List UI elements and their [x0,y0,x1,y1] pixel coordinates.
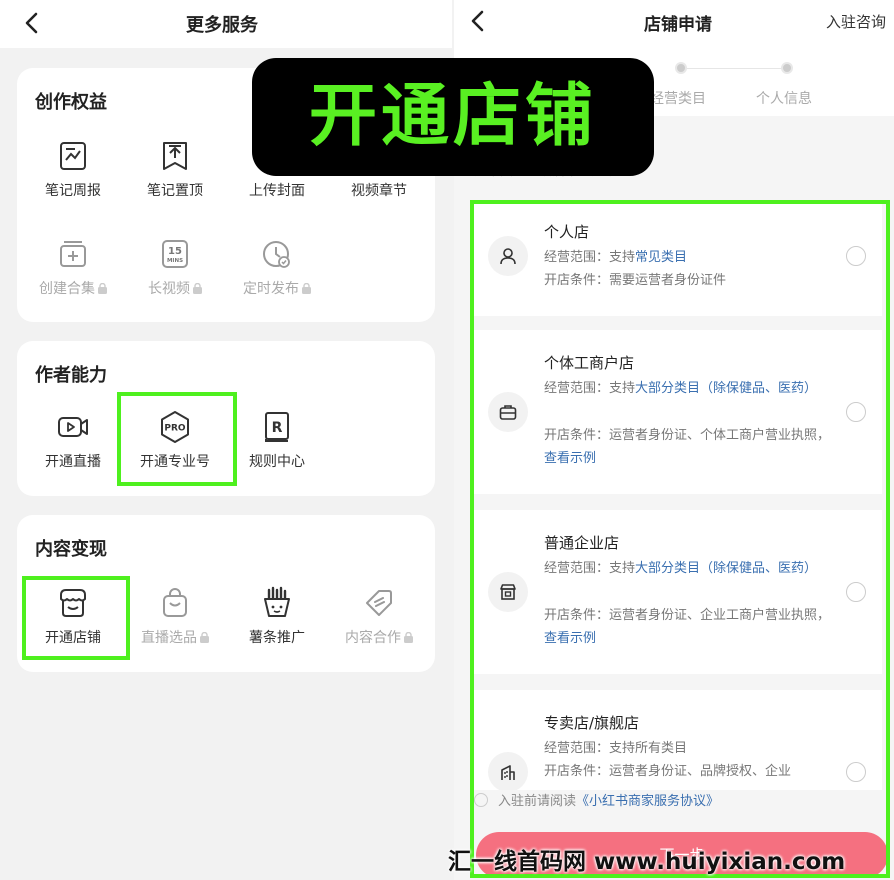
open-store-banner: 开通店铺 [252,58,654,176]
consult-link[interactable]: 入驻咨询 [826,11,886,32]
site-watermark: 汇一线首码网 www.huiyixian.com [448,849,846,875]
rules-center-item[interactable]: R 规则中心 [227,409,327,471]
long-video-badge-number: 15 [168,246,182,257]
rules-icon: R [265,412,289,442]
scheduled-publish-item[interactable]: 定时发布 [227,236,327,298]
item-label: 笔记周报 [45,183,101,199]
long-video-icon: 15MINS [162,240,188,268]
live-camera-icon [58,417,88,437]
collection-icon [60,241,86,267]
pin-note-item[interactable]: 笔记置顶 [125,138,225,200]
back-arrow-icon[interactable] [468,9,488,33]
lock-icon [193,283,202,294]
long-video-badge-unit: MINS [167,258,183,264]
page-title: 更多服务 [186,15,258,36]
fries-icon [264,586,290,617]
open-store-highlight [22,576,130,660]
open-live-item[interactable]: 开通直播 [23,409,123,471]
item-label: 笔记置顶 [147,183,203,199]
page-title: 店铺申请 [644,15,712,35]
item-label: 直播选品 [141,630,197,646]
section-title: 作者能力 [35,365,107,386]
right-top-bar: 店铺申请 入驻咨询 [454,0,894,46]
section-title: 创作权益 [35,92,107,113]
item-label: 薯条推广 [249,630,305,646]
item-label: 规则中心 [249,454,305,470]
create-collection-item[interactable]: 创建合集 [23,236,123,298]
step-label: 经营类目 [650,91,706,107]
item-label: 长视频 [148,281,190,297]
live-selection-item[interactable]: 直播选品 [125,585,225,647]
lock-icon [98,283,107,294]
pro-account-highlight [117,392,237,486]
item-label: 开通直播 [45,454,101,470]
step-label: 个人信息 [756,91,812,107]
item-label: 定时发布 [243,281,299,297]
item-label: 创建合集 [39,281,95,297]
item-label: 上传封面 [249,183,305,199]
item-label: 视频章节 [351,183,407,199]
item-label: 内容合作 [345,630,401,646]
content-cooperation-item[interactable]: 内容合作 [329,585,429,647]
store-types-highlight [470,200,890,878]
step-connector [686,68,786,69]
rules-badge-text: R [272,420,283,436]
clock-icon [263,241,290,268]
section-title: 内容变现 [35,539,107,560]
step-dot [781,62,793,74]
long-video-item[interactable]: 15 MINS 长视频 [125,236,225,298]
lock-icon [404,632,413,643]
lock-icon [302,283,311,294]
tag-icon [366,590,392,616]
weekly-report-item[interactable]: 笔记周报 [23,138,123,200]
left-top-bar: 更多服务 [0,0,452,48]
shopping-bag-icon [163,588,187,617]
pin-top-icon [163,142,187,170]
lock-icon [200,632,209,643]
back-arrow-icon[interactable] [22,11,42,35]
fries-promotion-item[interactable]: 薯条推广 [227,585,327,647]
report-icon [60,142,86,170]
step-dot [675,62,687,74]
